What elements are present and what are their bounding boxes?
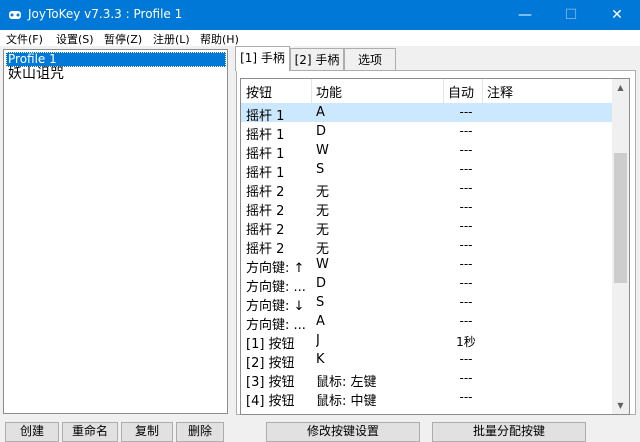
cell-function: A [316, 105, 325, 120]
cell-function: S [316, 295, 325, 310]
cell-function: D [316, 276, 327, 291]
table-row[interactable]: 摇杆 1 D --- [241, 122, 614, 143]
table-row[interactable]: 方向键: ↑ W --- [241, 255, 614, 276]
close-button[interactable]: ✕ [594, 0, 640, 30]
tab-joystick-1[interactable]: [1] 手柄 [235, 46, 290, 71]
window-title: JoyToKey v7.3.3 : Profile 1 [28, 7, 183, 21]
profile-list[interactable]: Profile 1 妖山诅咒 [3, 49, 228, 414]
app-icon [9, 11, 21, 19]
edit-key-settings-button[interactable]: 修改按键设置 [266, 422, 420, 442]
cell-auto: --- [459, 314, 473, 328]
panel-splitter[interactable] [229, 46, 233, 430]
cell-auto: --- [459, 200, 473, 214]
cell-auto: --- [459, 181, 473, 195]
table-row[interactable]: 摇杆 2 无 --- [241, 198, 614, 219]
scroll-up-arrow-icon[interactable]: ▲ [612, 79, 629, 96]
scroll-down-arrow-icon[interactable]: ▼ [612, 397, 629, 414]
cell-function: A [316, 314, 325, 329]
create-button[interactable]: 创建 [5, 422, 59, 442]
cell-function: D [316, 124, 327, 139]
cell-function: K [316, 352, 325, 367]
cell-button: [4] 按钮 [246, 394, 295, 409]
table-row[interactable]: 摇杆 2 无 --- [241, 236, 614, 257]
tab-joystick-2[interactable]: [2] 手柄 [290, 48, 344, 70]
cell-auto: --- [459, 276, 473, 290]
table-row[interactable]: [2] 按钮 K --- [241, 350, 614, 371]
cell-auto: --- [459, 352, 473, 366]
delete-button[interactable]: 删除 [176, 422, 224, 442]
header-function[interactable]: 功能 [316, 82, 342, 101]
cell-function: 鼠标: 中键 [316, 394, 377, 409]
menu-settings[interactable]: 设置(S) [56, 31, 94, 47]
table-row[interactable]: [3] 按钮 鼠标: 左键 --- [241, 369, 614, 390]
menu-bar: 文件(F) 设置(S) 暂停(Z) 注册(L) 帮助(H) [0, 30, 640, 46]
scrollbar-thumb[interactable] [614, 153, 627, 283]
table-row[interactable]: 方向键: ↓ S --- [241, 293, 614, 314]
button-mapping-table[interactable]: 按钮 功能 自动 注释 摇杆 1 A --- 摇杆 1 D --- 摇杆 1 W… [240, 78, 630, 415]
tab-options[interactable]: 选项 [344, 48, 396, 70]
table-header: 按钮 功能 自动 注释 [241, 79, 614, 104]
table-row[interactable]: 摇杆 1 A --- [241, 103, 614, 124]
cell-function: W [316, 143, 329, 158]
cell-auto: --- [459, 124, 473, 138]
copy-button[interactable]: 复制 [121, 422, 173, 442]
maximize-button[interactable]: ☐ [548, 0, 594, 30]
cell-function: S [316, 162, 325, 177]
table-row[interactable]: 摇杆 1 S --- [241, 160, 614, 181]
table-row[interactable]: [1] 按钮 J 1秒 [241, 331, 614, 352]
table-row[interactable]: [4] 按钮 鼠标: 中键 --- [241, 388, 614, 409]
batch-assign-keys-button[interactable]: 批量分配按键 [432, 422, 586, 442]
header-auto[interactable]: 自动 [448, 82, 474, 101]
header-button[interactable]: 按钮 [246, 82, 272, 101]
column-separator[interactable] [311, 79, 312, 103]
cell-auto: --- [459, 371, 473, 385]
menu-help[interactable]: 帮助(H) [200, 31, 239, 47]
minimize-button[interactable]: — [502, 0, 548, 30]
table-row[interactable]: 摇杆 2 无 --- [241, 217, 614, 238]
vertical-scrollbar[interactable]: ▲ ▼ [612, 79, 629, 414]
title-bar: JoyToKey v7.3.3 : Profile 1 — ☐ ✕ [0, 0, 640, 30]
column-separator[interactable] [443, 79, 444, 103]
cell-function: W [316, 257, 329, 272]
cell-auto: --- [459, 238, 473, 252]
table-row[interactable]: 摇杆 2 无 --- [241, 179, 614, 200]
cell-auto: --- [459, 257, 473, 271]
rename-button[interactable]: 重命名 [62, 422, 118, 442]
cell-function: J [316, 333, 320, 348]
column-separator[interactable] [482, 79, 483, 103]
table-row[interactable]: 方向键: ... A --- [241, 312, 614, 333]
cell-auto: --- [459, 390, 473, 404]
menu-pause[interactable]: 暂停(Z) [104, 31, 142, 47]
cell-auto: --- [459, 105, 473, 119]
header-comment[interactable]: 注释 [487, 82, 513, 101]
cell-auto: 1秒 [456, 335, 476, 349]
cell-auto: --- [459, 143, 473, 157]
cell-auto: --- [459, 162, 473, 176]
table-row[interactable]: 摇杆 1 W --- [241, 141, 614, 162]
menu-file[interactable]: 文件(F) [6, 31, 43, 47]
table-row[interactable]: 方向键: ... D --- [241, 274, 614, 295]
cell-auto: --- [459, 295, 473, 309]
cell-auto: --- [459, 219, 473, 233]
profile-item-2[interactable]: 妖山诅咒 [6, 66, 226, 83]
profile-item-profile-1[interactable]: Profile 1 [6, 52, 226, 67]
menu-register[interactable]: 注册(L) [153, 31, 190, 47]
